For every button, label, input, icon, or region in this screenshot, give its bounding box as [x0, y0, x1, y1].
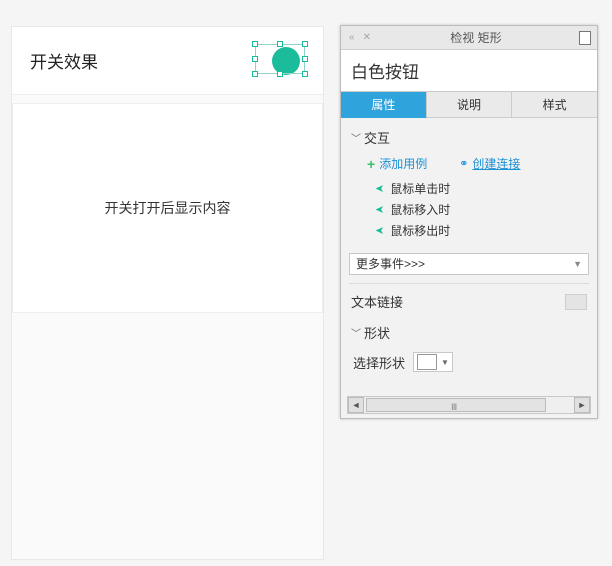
cursor-icon: ➤	[375, 203, 384, 216]
plus-icon: +	[367, 156, 375, 172]
cursor-icon: ➤	[375, 224, 384, 237]
preview-body-text: 开关打开后显示内容	[105, 198, 231, 218]
interaction-actions: + 添加用例 ⚭ 创建连接	[341, 151, 597, 178]
event-label: 鼠标单击时	[390, 180, 450, 197]
text-link-button[interactable]	[565, 294, 587, 310]
section-interaction-title: 交互	[364, 128, 390, 147]
shape-swatch	[417, 354, 437, 370]
text-link-row: 文本链接	[349, 283, 589, 315]
close-icon[interactable]: ✕	[361, 32, 373, 43]
panel-header-icons: « ✕	[347, 32, 373, 43]
scroll-left-button[interactable]: ◄	[348, 397, 364, 413]
preview-body: 开关打开后显示内容	[12, 103, 323, 313]
event-item[interactable]: ➤ 鼠标移出时	[375, 220, 597, 241]
cursor-icon: ➤	[375, 182, 384, 195]
tabs: 属性 说明 样式	[341, 92, 597, 118]
panel-header-title: 检视 矩形	[373, 29, 579, 46]
event-label: 鼠标移出时	[390, 222, 450, 239]
section-shape-title: 形状	[364, 323, 390, 342]
create-link-label: 创建连接	[472, 155, 520, 172]
text-link-label: 文本链接	[351, 292, 403, 311]
event-label: 鼠标移入时	[390, 201, 450, 218]
select-shape-label: 选择形状	[353, 353, 405, 372]
document-icon[interactable]	[579, 31, 591, 45]
event-item[interactable]: ➤ 鼠标单击时	[375, 178, 597, 199]
chain-icon: ⚭	[459, 157, 468, 170]
scroll-thumb[interactable]: Ⅲ	[366, 398, 546, 412]
shape-dropdown[interactable]: ▼	[413, 352, 453, 372]
chevron-down-icon: ▼	[441, 358, 449, 367]
chevron-down-icon: ▼	[573, 254, 582, 274]
section-interaction[interactable]: ﹀ 交互	[341, 124, 597, 151]
panel-body: ﹀ 交互 + 添加用例 ⚭ 创建连接 ➤ 鼠标单击时 ➤ 鼠标移入时 ➤	[341, 118, 597, 396]
scroll-grip-icon: Ⅲ	[451, 402, 461, 413]
chevron-down-icon: ﹀	[351, 130, 360, 145]
tab-properties[interactable]: 属性	[341, 92, 427, 118]
add-case-link[interactable]: + 添加用例	[367, 155, 427, 172]
chevron-down-icon: ﹀	[351, 325, 360, 340]
tab-style[interactable]: 样式	[512, 92, 597, 118]
horizontal-scrollbar[interactable]: ◄ Ⅲ ►	[347, 396, 591, 414]
preview-title: 开关效果	[30, 48, 98, 73]
scroll-right-button[interactable]: ►	[574, 397, 590, 413]
prev-icon[interactable]: «	[347, 32, 357, 43]
more-events-dropdown[interactable]: 更多事件>>> ▼	[349, 253, 589, 275]
selection-box[interactable]	[255, 44, 305, 74]
event-item[interactable]: ➤ 鼠标移入时	[375, 199, 597, 220]
select-shape-row: 选择形状 ▼	[341, 346, 597, 380]
event-list: ➤ 鼠标单击时 ➤ 鼠标移入时 ➤ 鼠标移出时	[341, 178, 597, 247]
preview-canvas: 开关效果 开关打开后显示内容	[11, 26, 324, 560]
panel-header: « ✕ 检视 矩形	[341, 26, 597, 50]
element-name-field[interactable]: 白色按钮	[341, 50, 597, 92]
create-link-link[interactable]: ⚭ 创建连接	[459, 155, 520, 172]
tab-notes[interactable]: 说明	[427, 92, 513, 118]
add-case-label: 添加用例	[379, 155, 427, 172]
more-events-label: 更多事件>>>	[356, 254, 425, 274]
toggle-switch[interactable]	[255, 46, 305, 76]
preview-header: 开关效果	[12, 27, 323, 95]
inspector-panel: « ✕ 检视 矩形 白色按钮 属性 说明 样式 ﹀ 交互 + 添加用例 ⚭ 创建…	[340, 25, 598, 419]
section-shape[interactable]: ﹀ 形状	[341, 319, 597, 346]
